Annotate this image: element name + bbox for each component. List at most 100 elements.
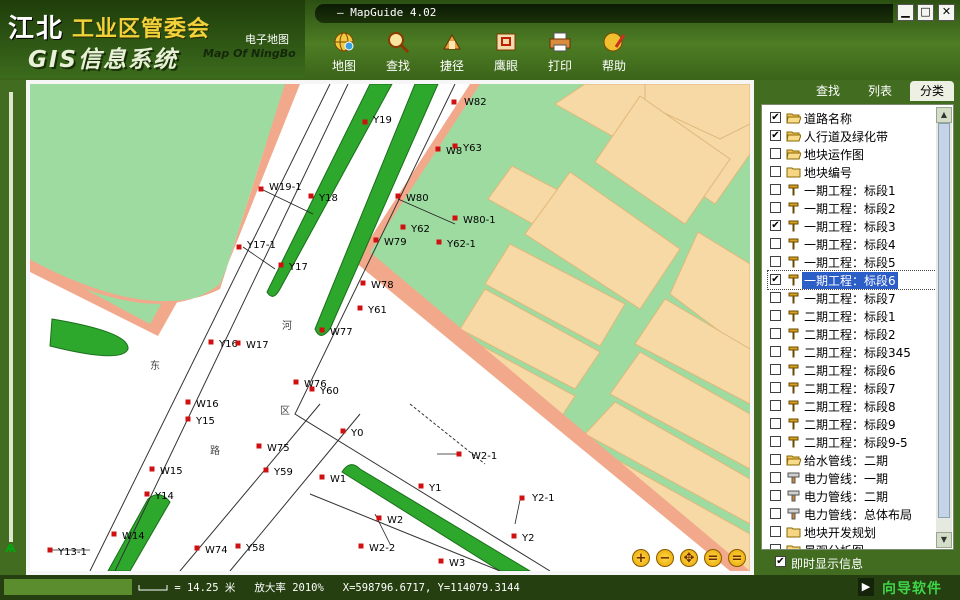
layer-item[interactable]: ✔ 一期工程：标段3 (768, 217, 936, 235)
survey-point-marker[interactable] (235, 543, 241, 549)
layer-item[interactable]: 电力管线：一期 (768, 469, 936, 487)
layer-checkbox[interactable] (770, 310, 781, 321)
layer-item[interactable]: 一期工程：标段7 (768, 289, 936, 307)
layer-checkbox[interactable] (770, 364, 781, 375)
layer-checkbox[interactable] (770, 436, 781, 447)
layer-checkbox[interactable] (770, 508, 781, 519)
survey-point-marker[interactable] (144, 491, 150, 497)
layer-checkbox[interactable] (770, 490, 781, 501)
survey-point-marker[interactable] (519, 495, 525, 501)
survey-point-marker[interactable] (451, 99, 457, 105)
survey-point-marker[interactable] (111, 531, 117, 537)
survey-point-marker[interactable] (235, 340, 241, 346)
layer-item[interactable]: 二期工程：标段9 (768, 415, 936, 433)
survey-point-marker[interactable] (258, 186, 264, 192)
toolbar-help-button[interactable]: 帮助 (590, 28, 638, 76)
tab-list[interactable]: 列表 (858, 81, 902, 101)
layer-checkbox[interactable] (770, 526, 781, 537)
survey-point-marker[interactable] (373, 237, 379, 243)
layer-item[interactable]: 电力管线：总体布局 (768, 505, 936, 523)
survey-point-marker[interactable] (293, 379, 299, 385)
survey-point-marker[interactable] (236, 244, 242, 250)
toolbar-eagle-eye-button[interactable]: 鹰眼 (482, 28, 530, 76)
layer-item[interactable]: 二期工程：标段6 (768, 361, 936, 379)
toolbar-print-button[interactable]: 打印 (536, 28, 584, 76)
layer-item[interactable]: 一期工程：标段2 (768, 199, 936, 217)
layer-checkbox[interactable] (770, 346, 781, 357)
layer-checkbox[interactable] (770, 148, 781, 159)
map-canvas[interactable]: 东 路 区 河 W82 Y19 W8 Y63 Y18 W19-1 W80 W80-1 Y62 Y6… (30, 84, 750, 571)
layer-item[interactable]: 电力管线：二期 (768, 487, 936, 505)
survey-point-marker[interactable] (452, 143, 458, 149)
survey-point-marker[interactable] (456, 451, 462, 457)
layer-checkbox[interactable] (770, 202, 781, 213)
layer-item[interactable]: 一期工程：标段5 (768, 253, 936, 271)
scrollbar-thumb[interactable] (938, 123, 950, 518)
layer-item[interactable]: 给水管线：二期 (768, 451, 936, 469)
layer-item[interactable]: 地块开发规划 (768, 523, 936, 541)
layer-checkbox[interactable] (770, 472, 781, 483)
close-button[interactable]: ✕ (938, 4, 955, 21)
layer-item[interactable]: 二期工程：标段2 (768, 325, 936, 343)
toolbar-map-button[interactable]: 地图 (320, 28, 368, 76)
survey-point-marker[interactable] (185, 416, 191, 422)
survey-point-marker[interactable] (435, 146, 441, 152)
layer-checkbox[interactable] (770, 382, 781, 393)
layer-checkbox[interactable]: ✔ (770, 274, 781, 285)
scroll-down-icon[interactable]: ▼ (936, 532, 952, 548)
layer-checkbox[interactable]: ✔ (770, 220, 781, 231)
layer-checkbox[interactable] (770, 544, 781, 549)
survey-point-marker[interactable] (511, 533, 517, 539)
survey-point-marker[interactable] (340, 428, 346, 434)
layer-checkbox[interactable] (770, 166, 781, 177)
survey-point-marker[interactable] (360, 280, 366, 286)
zoom-out-icon[interactable]: − (656, 549, 674, 567)
survey-point-marker[interactable] (208, 339, 214, 345)
layer-checkbox[interactable] (770, 400, 781, 411)
layer-checkbox[interactable] (770, 454, 781, 465)
survey-point-marker[interactable] (185, 399, 191, 405)
survey-point-marker[interactable] (319, 474, 325, 480)
next-arrow-icon[interactable]: ▶ (858, 578, 874, 596)
survey-point-marker[interactable] (438, 558, 444, 564)
pan-icon[interactable]: ✥ (680, 549, 698, 567)
survey-point-marker[interactable] (319, 327, 325, 333)
instant-display-checkbox[interactable]: ✔ (775, 556, 786, 567)
survey-point-marker[interactable] (376, 515, 382, 521)
survey-point-marker[interactable] (395, 193, 401, 199)
survey-point-marker[interactable] (452, 215, 458, 221)
layer-item[interactable]: 二期工程：标段9-5 (768, 433, 936, 451)
survey-point-marker[interactable] (309, 386, 315, 392)
survey-point-marker[interactable] (358, 543, 364, 549)
layer-item[interactable]: 景观分析图 (768, 541, 936, 549)
survey-point-marker[interactable] (47, 547, 53, 553)
zoom-slider-track[interactable] (9, 92, 13, 542)
layer-checkbox[interactable]: ✔ (770, 112, 781, 123)
layer-item[interactable]: 二期工程：标段345 (768, 343, 936, 361)
survey-point-marker[interactable] (278, 262, 284, 268)
layer-item[interactable]: 二期工程：标段7 (768, 379, 936, 397)
survey-point-marker[interactable] (308, 193, 314, 199)
layer-checkbox[interactable]: ✔ (770, 130, 781, 141)
zoom-in-icon[interactable]: + (632, 549, 650, 567)
tab-find[interactable]: 查找 (806, 81, 850, 101)
layer-item[interactable]: 地块编号 (768, 163, 936, 181)
zoom-slider-handle-icon[interactable]: Ѧ (5, 542, 16, 555)
toolbar-shortcut-button[interactable]: 捷径 (428, 28, 476, 76)
survey-point-marker[interactable] (149, 466, 155, 472)
survey-point-marker[interactable] (263, 467, 269, 473)
layer-checkbox[interactable] (770, 418, 781, 429)
layer-checkbox[interactable] (770, 292, 781, 303)
layer-checkbox[interactable] (770, 238, 781, 249)
survey-point-marker[interactable] (194, 545, 200, 551)
survey-point-marker[interactable] (418, 483, 424, 489)
layer-checkbox[interactable] (770, 256, 781, 267)
tab-classify[interactable]: 分类 (910, 81, 954, 101)
survey-point-marker[interactable] (256, 443, 262, 449)
toolbar-find-button[interactable]: 查找 (374, 28, 422, 76)
minimize-button[interactable]: ▁ (897, 4, 914, 21)
map-drawing[interactable]: 东 路 区 河 W82Y19W8 Y63Y18W19-1W80W80-1Y62Y6… (30, 84, 750, 571)
survey-point-marker[interactable] (357, 305, 363, 311)
layer-item[interactable]: 一期工程：标段4 (768, 235, 936, 253)
zoom-previous-icon[interactable]: = (728, 549, 746, 567)
